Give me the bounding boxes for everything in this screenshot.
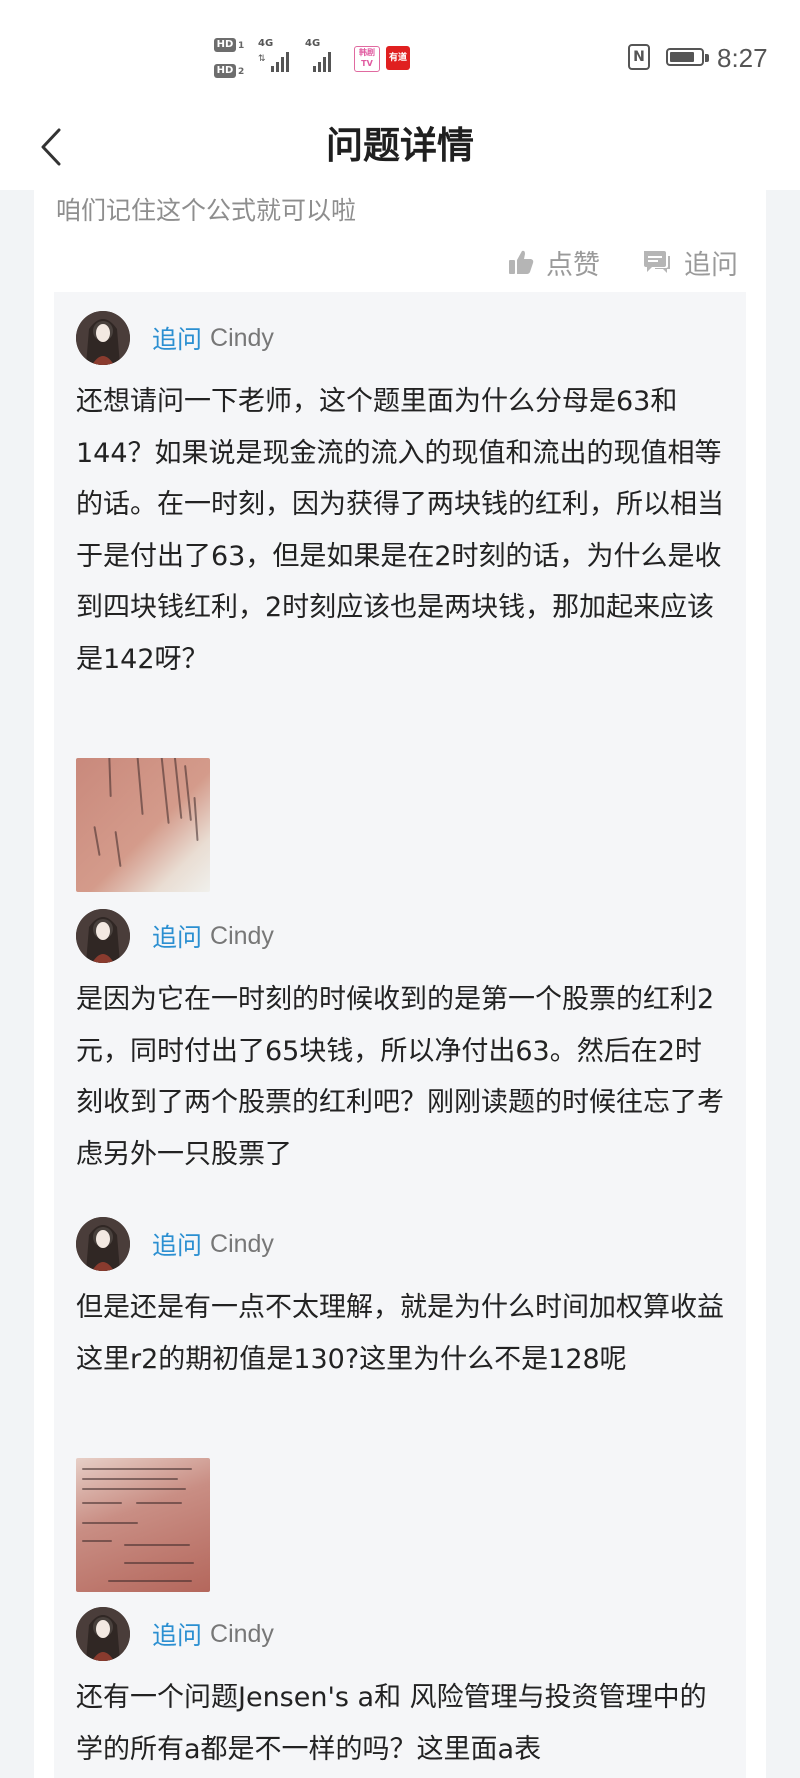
battery-icon xyxy=(666,48,709,66)
status-bar: HD 1 HD 2 4G ⇅ 4G 韩剧TV 有道 N 8:27 xyxy=(0,0,800,104)
follow-up-username[interactable]: Cindy xyxy=(210,324,274,353)
nfc-icon: N xyxy=(628,44,650,70)
like-button[interactable]: 点赞 xyxy=(508,240,600,284)
follow-up-username[interactable]: Cindy xyxy=(210,1230,274,1259)
youdao-app-icon: 有道 xyxy=(386,46,410,70)
follow-up-text: 还有一个问题Jensen's a和 风险管理与投资管理中的学的所有a都是不一样的… xyxy=(76,1682,707,1765)
comment-icon xyxy=(644,251,670,273)
follow-up-text: 但是还是有一点不太理解，就是为什么时间加权算收益这里r2的期初值是130?这里为… xyxy=(76,1292,724,1375)
follow-up-tag: 追问 xyxy=(152,923,203,952)
hd-voice-icon-1: HD 1 xyxy=(214,38,244,52)
avatar[interactable] xyxy=(76,909,130,963)
nav-bar: 问题详情 xyxy=(0,104,800,190)
follow-up-text: 是因为它在一时刻的时候收到的是第一个股票的红利2元，同时付出了65块钱，所以净付… xyxy=(76,984,724,1170)
clock: 8:27 xyxy=(717,43,768,73)
follow-up-username[interactable]: Cindy xyxy=(210,1620,274,1649)
hanju-tv-app-icon: 韩剧TV xyxy=(354,46,380,72)
attachment-thumbnail[interactable] xyxy=(76,1458,210,1592)
follow-up-list: 追问 Cindy 还想请问一下老师，这个题里面为什么分母是63和144？如果说是… xyxy=(54,292,746,1778)
follow-up-button[interactable]: 追问 xyxy=(642,240,738,284)
follow-up-header: 追问 Cindy xyxy=(76,310,274,366)
follow-up-tag: 追问 xyxy=(152,325,203,354)
follow-up-text: 还想请问一下老师，这个题里面为什么分母是63和144？如果说是现金流的流入的现值… xyxy=(76,386,724,675)
thumbs-up-icon xyxy=(509,250,534,274)
page-title: 问题详情 xyxy=(326,124,474,167)
answer-snippet: 咱们记住这个公式就可以啦 xyxy=(56,196,357,225)
follow-up-tag: 追问 xyxy=(152,1621,203,1650)
follow-up-label: 追问 xyxy=(684,249,738,281)
follow-up-username[interactable]: Cindy xyxy=(210,922,274,951)
attachment-thumbnail[interactable] xyxy=(76,758,210,892)
follow-up-header: 追问 Cindy xyxy=(76,1606,274,1662)
avatar[interactable] xyxy=(76,1217,130,1271)
like-label: 点赞 xyxy=(546,249,600,281)
avatar[interactable] xyxy=(76,1607,130,1661)
follow-up-header: 追问 Cindy xyxy=(76,1216,274,1272)
avatar[interactable] xyxy=(76,311,130,365)
follow-up-header: 追问 Cindy xyxy=(76,908,274,964)
hd-voice-icon-2: HD 2 xyxy=(214,64,244,78)
follow-up-tag: 追问 xyxy=(152,1231,203,1260)
